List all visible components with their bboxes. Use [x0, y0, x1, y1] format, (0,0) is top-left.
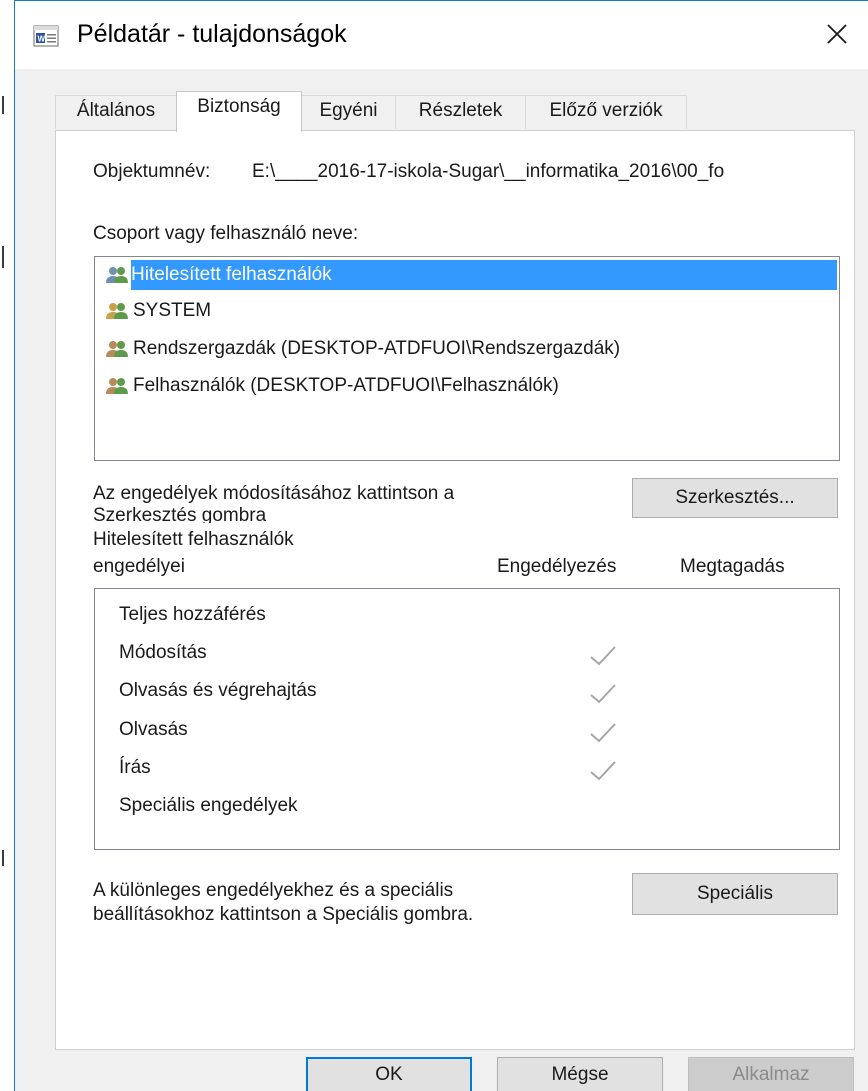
list-item-system[interactable]: SYSTEM	[105, 296, 837, 326]
users-group-icon	[106, 267, 128, 283]
list-item-authenticated-users[interactable]: Hitelesített felhasználók	[106, 260, 837, 290]
allow-check-icon	[590, 761, 616, 781]
edit-hint-line1: Az engedélyek módosításához kattintson a	[93, 483, 455, 504]
tab-security[interactable]: Biztonság	[176, 91, 302, 132]
svg-text:W: W	[38, 35, 46, 44]
tab-custom[interactable]: Egyéni	[301, 95, 396, 129]
permission-full-control: Teljes hozzáférés	[119, 604, 266, 625]
list-item-users[interactable]: Felhasználók (DESKTOP-ATDFUOI\Felhasznál…	[105, 371, 837, 401]
column-allow-header: Engedélyezés	[497, 556, 617, 577]
permission-write: Írás	[119, 757, 151, 778]
permissions-for-line2: engedélyei	[93, 556, 185, 577]
permission-read-execute: Olvasás és végrehajtás	[119, 680, 317, 701]
allow-check-icon	[590, 723, 616, 743]
close-button[interactable]	[810, 9, 864, 59]
allow-check-icon	[590, 646, 616, 666]
special-hint-line2: beállításokhoz kattintson a Speciális go…	[93, 904, 474, 925]
list-item-label: Hitelesített felhasználók	[131, 264, 332, 285]
users-group-icon	[106, 378, 128, 394]
group-list-label: Csoport vagy felhasználó neve:	[93, 223, 359, 244]
security-tab-panel: Objektumnév: E:\____2016-17-iskola-Sugar…	[55, 130, 855, 1050]
tab-previous-versions[interactable]: Előző verziók	[525, 95, 687, 129]
properties-dialog: W Példatár - tulajdonságok Általános Biz…	[14, 0, 868, 1091]
users-group-icon	[106, 341, 128, 357]
allow-check-icon	[590, 684, 616, 704]
permission-modify: Módosítás	[119, 642, 207, 663]
word-document-icon: W	[33, 25, 59, 47]
cancel-button[interactable]: Mégse	[497, 1057, 663, 1091]
object-name-value: E:\____2016-17-iskola-Sugar\__informatik…	[252, 161, 725, 182]
permissions-list: Teljes hozzáférés Módosítás Olvasás és v…	[94, 588, 840, 850]
users-group-icon	[106, 303, 128, 319]
list-item-label: SYSTEM	[133, 300, 212, 321]
ok-button[interactable]: OK	[306, 1057, 472, 1091]
permissions-for-line1: Hitelesített felhasználók	[93, 529, 294, 550]
permission-read: Olvasás	[119, 719, 188, 740]
special-button[interactable]: Speciális	[632, 873, 838, 915]
dialog-footer: OK Mégse Alkalmaz	[15, 1051, 868, 1091]
special-hint-line1: A különleges engedélyekhez és a speciáli…	[93, 880, 454, 901]
tab-general[interactable]: Általános	[55, 95, 177, 129]
tab-details[interactable]: Részletek	[395, 95, 526, 129]
object-name-label: Objektumnév:	[93, 161, 211, 182]
column-deny-header: Megtagadás	[680, 556, 785, 577]
apply-button[interactable]: Alkalmaz	[688, 1057, 854, 1091]
list-item-administrators[interactable]: Rendszergazdák (DESKTOP-ATDFUOI\Rendszer…	[105, 334, 837, 364]
edit-hint-line2: Szerkesztés gombra	[93, 505, 267, 523]
window-title: Példatár - tulajdonságok	[77, 20, 347, 48]
edit-button[interactable]: Szerkesztés...	[632, 478, 838, 518]
title-bar[interactable]: W Példatár - tulajdonságok	[15, 1, 868, 69]
close-icon	[827, 24, 847, 44]
list-item-label: Felhasználók (DESKTOP-ATDFUOI\Felhasznál…	[133, 375, 559, 396]
permission-special: Speciális engedélyek	[119, 795, 298, 816]
background-window-edge	[0, 0, 14, 1091]
group-user-list[interactable]: Hitelesített felhasználók SYSTEM Rendsze…	[94, 256, 840, 461]
list-item-label: Rendszergazdák (DESKTOP-ATDFUOI\Rendszer…	[133, 338, 621, 359]
